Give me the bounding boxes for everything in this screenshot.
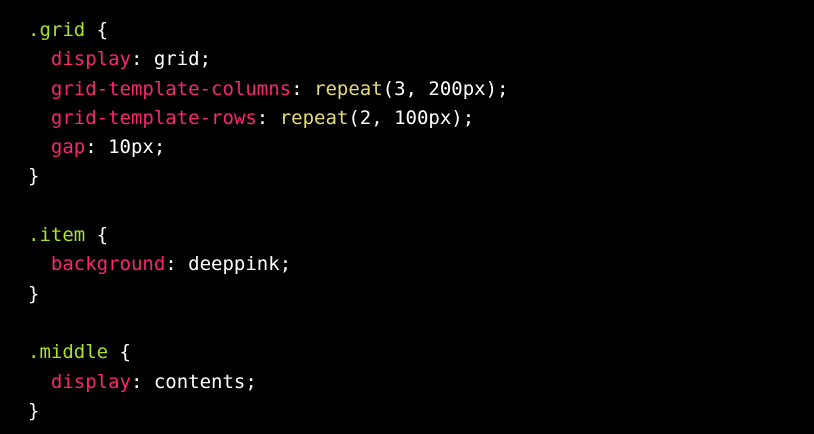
css-selector-grid: .grid (28, 19, 86, 41)
css-property-display: display (50, 48, 131, 71)
code-line-4: grid-template-rows: repeat(2, 100px); (50, 106, 475, 129)
css-value-contents: contents (153, 370, 246, 393)
code-line-6: } (28, 165, 40, 188)
code-line-10: } (28, 282, 40, 305)
code-line-2: display: grid; (50, 48, 212, 71)
css-property-gap: gap (50, 136, 86, 159)
code-editor: .grid { display: grid; grid-template-col… (0, 0, 814, 434)
css-function-repeat: repeat (279, 106, 349, 129)
css-function-repeat: repeat (314, 77, 383, 100)
css-value-gap: 10px (108, 136, 154, 159)
code-line-14: } (28, 399, 40, 422)
css-selector-middle: .middle (28, 341, 109, 364)
css-property-display: display (50, 370, 131, 393)
code-line-3: grid-template-columns: repeat(3, 200px); (50, 77, 509, 100)
code-line-8: .item { (28, 224, 109, 247)
code-line-13: display: contents; (50, 370, 257, 393)
code-line-12: .middle { (28, 341, 131, 364)
css-args-columns: 3, 200px (394, 77, 486, 100)
css-value-deeppink: deeppink (188, 253, 280, 276)
css-selector-item: .item (28, 224, 86, 247)
code-line-5: gap: 10px; (50, 136, 166, 159)
css-property-background: background (50, 253, 166, 276)
css-property-grid-template-rows: grid-template-rows (50, 106, 257, 129)
code-line-1: .grid { (28, 19, 109, 41)
css-value-grid: grid (153, 48, 200, 71)
code-line-9: background: deeppink; (50, 253, 292, 276)
css-args-rows: 2, 100px (359, 106, 452, 129)
css-property-grid-template-columns: grid-template-columns (50, 77, 292, 100)
